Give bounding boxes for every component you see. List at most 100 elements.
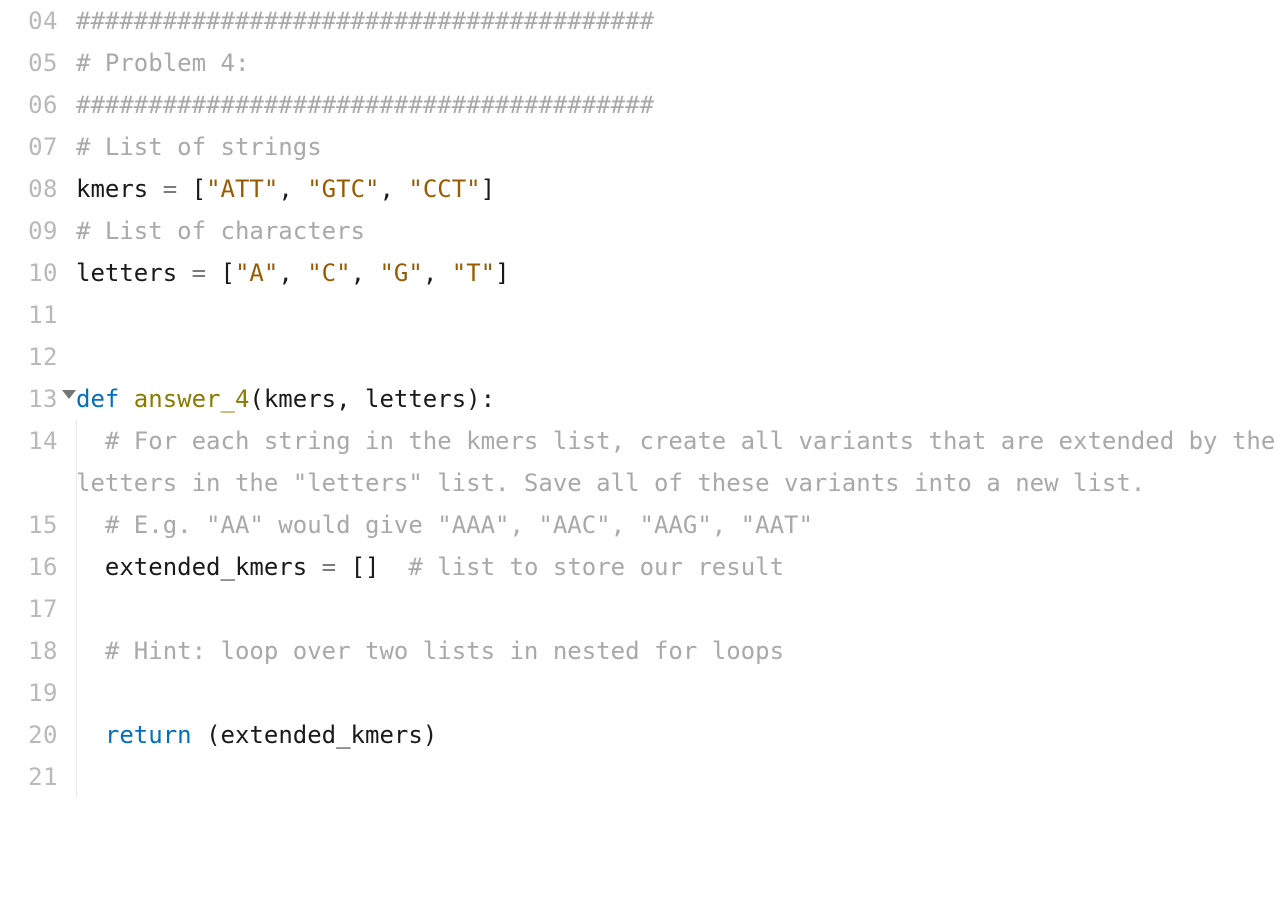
line-number: 05 (0, 42, 62, 84)
code-token: "G" (379, 259, 422, 287)
code-line[interactable]: 18 # Hint: loop over two lists in nested… (0, 630, 1286, 672)
code-token: "GTC" (307, 175, 379, 203)
code-token: "C" (307, 259, 350, 287)
code-line[interactable]: 15 # E.g. "AA" would give "AAA", "AAC", … (0, 504, 1286, 546)
code-line[interactable]: 16 extended_kmers = [] # list to store o… (0, 546, 1286, 588)
code-token: = (322, 553, 336, 581)
code-token: # Hint: loop over two lists in nested fo… (105, 637, 784, 665)
code-content[interactable] (62, 672, 1286, 714)
code-content[interactable] (62, 756, 1286, 798)
code-line[interactable]: 12 (0, 336, 1286, 378)
line-number: 11 (0, 294, 62, 336)
code-token (336, 553, 350, 581)
code-token: "T" (452, 259, 495, 287)
code-token: # list to store our result (408, 553, 784, 581)
code-token: = (163, 175, 177, 203)
code-token: , (336, 385, 365, 413)
code-token: = (192, 259, 206, 287)
code-token: # E.g. "AA" would give "AAA", "AAC", "AA… (105, 511, 813, 539)
code-token: ) (423, 721, 437, 749)
code-line[interactable]: 20 return (extended_kmers) (0, 714, 1286, 756)
code-line[interactable]: 14 # For each string in the kmers list, … (0, 420, 1286, 504)
code-content[interactable]: kmers = ["ATT", "GTC", "CCT"] (62, 168, 1286, 210)
code-content[interactable]: # List of strings (62, 126, 1286, 168)
code-token: ######################################## (76, 7, 654, 35)
code-token: letters (365, 385, 466, 413)
code-token: ] (495, 259, 509, 287)
code-content[interactable]: def answer_4(kmers, letters): (62, 378, 1286, 420)
code-line[interactable]: 21 (0, 756, 1286, 798)
line-number: 12 (0, 336, 62, 378)
code-token: , (351, 259, 380, 287)
code-token: answer_4 (134, 385, 250, 413)
code-token: , (278, 175, 307, 203)
code-token: kmers (264, 385, 336, 413)
code-content[interactable]: return (extended_kmers) (62, 714, 1286, 756)
line-number: 10 (0, 252, 62, 294)
code-editor[interactable]: 04 ######################################… (0, 0, 1286, 798)
code-token: kmers (76, 175, 163, 203)
code-token: def (76, 385, 134, 413)
code-content[interactable]: # List of characters (62, 210, 1286, 252)
line-number: 08 (0, 168, 62, 210)
line-number: 19 (0, 672, 62, 714)
code-token: [ (192, 175, 206, 203)
code-token: "CCT" (408, 175, 480, 203)
code-token: "ATT" (206, 175, 278, 203)
code-content[interactable]: extended_kmers = [] # list to store our … (62, 546, 1286, 588)
line-number: 13 (0, 378, 62, 420)
code-token: letters (76, 259, 192, 287)
code-line[interactable]: 09 # List of characters (0, 210, 1286, 252)
line-number: 14 (0, 420, 62, 462)
code-content[interactable]: # Problem 4: (62, 42, 1286, 84)
code-line[interactable]: 05 # Problem 4: (0, 42, 1286, 84)
code-token: ] (481, 175, 495, 203)
line-number: 17 (0, 588, 62, 630)
code-line[interactable]: 10letters = ["A", "C", "G", "T"] (0, 252, 1286, 294)
code-token (206, 259, 220, 287)
code-line[interactable]: 07 # List of strings (0, 126, 1286, 168)
code-token: return (105, 721, 192, 749)
code-token: ): (466, 385, 495, 413)
code-token (177, 175, 191, 203)
code-content[interactable]: ######################################## (62, 84, 1286, 126)
code-content[interactable]: # E.g. "AA" would give "AAA", "AAC", "AA… (62, 504, 1286, 546)
code-token (192, 721, 206, 749)
line-number: 20 (0, 714, 62, 756)
code-token: "A" (235, 259, 278, 287)
line-number: 16 (0, 546, 62, 588)
code-line[interactable]: 08kmers = ["ATT", "GTC", "CCT"] (0, 168, 1286, 210)
code-token: ######################################## (76, 91, 654, 119)
code-line[interactable]: 17 (0, 588, 1286, 630)
code-token: , (379, 175, 408, 203)
line-number: 09 (0, 210, 62, 252)
line-number: 07 (0, 126, 62, 168)
code-token: extended_kmers (105, 553, 322, 581)
code-token: ( (249, 385, 263, 413)
code-content[interactable]: # Hint: loop over two lists in nested fo… (62, 630, 1286, 672)
code-content[interactable]: ######################################## (62, 0, 1286, 42)
code-token: # For each string in the kmers list, cre… (76, 427, 1286, 497)
line-number: 21 (0, 756, 62, 798)
code-line[interactable]: 04 ######################################… (0, 0, 1286, 42)
code-token: , (278, 259, 307, 287)
code-token: [] (351, 553, 380, 581)
code-content[interactable]: # For each string in the kmers list, cre… (62, 420, 1286, 504)
code-content[interactable] (62, 588, 1286, 630)
code-line[interactable]: 13def answer_4(kmers, letters): (0, 378, 1286, 420)
line-number: 04 (0, 0, 62, 42)
code-content[interactable]: letters = ["A", "C", "G", "T"] (62, 252, 1286, 294)
code-token: , (423, 259, 452, 287)
code-token: # List of strings (76, 133, 322, 161)
code-token: extended_kmers (221, 721, 423, 749)
code-token: # List of characters (76, 217, 365, 245)
code-token: ( (206, 721, 220, 749)
code-line[interactable]: 11 (0, 294, 1286, 336)
code-token: [ (221, 259, 235, 287)
line-number: 18 (0, 630, 62, 672)
line-number: 15 (0, 504, 62, 546)
code-token: # Problem 4: (76, 49, 249, 77)
code-token (379, 553, 408, 581)
code-line[interactable]: 19 (0, 672, 1286, 714)
code-line[interactable]: 06######################################… (0, 84, 1286, 126)
